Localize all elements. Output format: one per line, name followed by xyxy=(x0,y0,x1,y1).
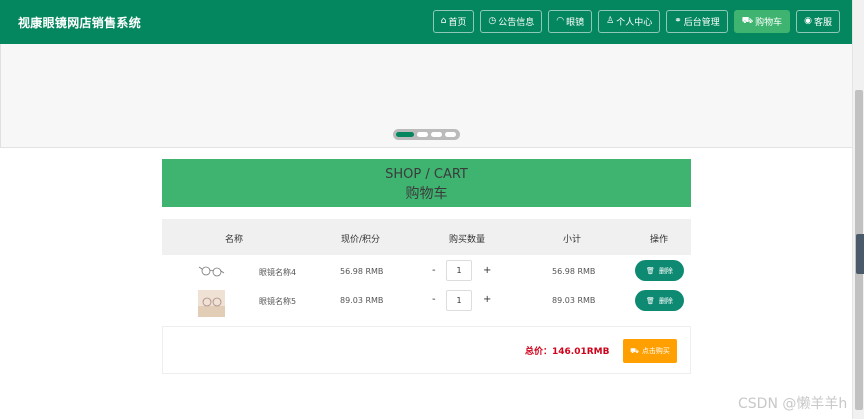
total-price: 总价：146.01RMB xyxy=(525,347,610,357)
cart-total-panel: 总价：146.01RMB ⛟ 点击购买 xyxy=(162,326,691,374)
product-name[interactable]: 眼镜名称4 xyxy=(259,267,296,278)
carousel-indicators xyxy=(393,129,460,140)
trash-icon: 🗑 xyxy=(646,296,655,305)
shop-header-en: SHOP / CART xyxy=(385,167,468,182)
column-name: 名称 xyxy=(225,235,244,245)
buy-label: 点击购买 xyxy=(641,347,670,355)
buy-button[interactable]: ⛟ 点击购买 xyxy=(623,339,677,363)
page-scrollbar[interactable] xyxy=(852,0,864,419)
clock-icon: ◷ xyxy=(488,16,497,26)
nav-glasses-label: 眼镜 xyxy=(566,18,585,28)
nav-home-label: 首页 xyxy=(448,18,467,28)
watermark: CSDN @懒羊羊h xyxy=(738,396,848,412)
nav-profile-label: 个人中心 xyxy=(616,18,653,28)
column-price: 现价/积分 xyxy=(341,235,381,245)
quantity-increase-button[interactable]: + xyxy=(483,294,491,305)
delete-label: 删除 xyxy=(658,266,673,275)
cart-icon: ⛟ xyxy=(630,346,639,355)
nav-notice-label: 公告信息 xyxy=(498,18,535,28)
nav-cart-label: 购物车 xyxy=(755,18,783,28)
nav-home-button[interactable]: ⌂ 首页 xyxy=(432,10,475,33)
column-action: 操作 xyxy=(650,235,669,245)
top-navbar: 视康眼镜网店销售系统 ⌂ 首页 ◷ 公告信息 ◠ 眼镜 ♙ 个人中心 ⚭ 后台管… xyxy=(0,0,852,44)
headset-icon: ◉ xyxy=(804,16,812,26)
product-name[interactable]: 眼镜名称5 xyxy=(259,296,296,307)
nav-service-button[interactable]: ◉ 客服 xyxy=(796,10,840,33)
quantity-decrease-button[interactable]: - xyxy=(432,265,436,276)
nav-admin-button[interactable]: ⚭ 后台管理 xyxy=(666,10,728,33)
carousel-dot-1[interactable] xyxy=(396,132,414,137)
quantity-input[interactable]: 1 xyxy=(446,290,472,311)
delete-button[interactable]: 🗑 删除 xyxy=(635,260,684,281)
app-title: 视康眼镜网店销售系统 xyxy=(18,16,142,30)
cart-table-header: 名称 现价/积分 购买数量 小计 操作 xyxy=(162,219,691,255)
table-row: 眼镜名称5 89.03 RMB - 1 + 89.03 RMB 🗑 删除 xyxy=(162,290,691,318)
nav-admin-label: 后台管理 xyxy=(683,18,720,28)
side-float-widget[interactable] xyxy=(856,234,864,274)
cart-icon: ⛟ xyxy=(741,16,754,26)
link-icon: ⚭ xyxy=(674,16,682,26)
nav-profile-button[interactable]: ♙ 个人中心 xyxy=(598,10,661,33)
column-subtotal: 小计 xyxy=(563,235,582,245)
quantity-decrease-button[interactable]: - xyxy=(432,294,436,305)
carousel-dot-3[interactable] xyxy=(431,132,442,137)
table-row: 眼镜名称4 56.98 RMB - 1 + 56.98 RMB 🗑 删除 xyxy=(162,257,691,285)
product-thumbnail xyxy=(198,257,225,284)
product-subtotal: 89.03 RMB xyxy=(552,296,596,305)
shop-cart-header: SHOP / CART 购物车 xyxy=(162,159,691,207)
glasses-icon: ◠ xyxy=(556,16,565,26)
nav-glasses-button[interactable]: ◠ 眼镜 xyxy=(548,10,593,33)
product-thumbnail xyxy=(198,290,225,317)
product-subtotal: 56.98 RMB xyxy=(552,267,596,276)
delete-label: 删除 xyxy=(658,296,673,305)
product-price: 89.03 RMB xyxy=(340,296,384,305)
shop-header-cn: 购物车 xyxy=(405,186,448,202)
home-icon: ⌂ xyxy=(440,16,447,26)
quantity-input[interactable]: 1 xyxy=(446,260,472,281)
trash-icon: 🗑 xyxy=(646,266,655,275)
column-quantity: 购买数量 xyxy=(449,235,486,245)
quantity-increase-button[interactable]: + xyxy=(483,265,491,276)
user-icon: ♙ xyxy=(606,16,615,26)
nav-cart-button[interactable]: ⛟ 购物车 xyxy=(733,10,791,33)
carousel-dot-4[interactable] xyxy=(445,132,456,137)
nav-notice-button[interactable]: ◷ 公告信息 xyxy=(480,10,543,33)
nav-service-label: 客服 xyxy=(813,18,832,28)
delete-button[interactable]: 🗑 删除 xyxy=(635,290,684,311)
product-price: 56.98 RMB xyxy=(340,267,384,276)
carousel-dot-2[interactable] xyxy=(417,132,428,137)
main-nav: ⌂ 首页 ◷ 公告信息 ◠ 眼镜 ♙ 个人中心 ⚭ 后台管理 ⛟ 购物车 ◉ 客… xyxy=(432,10,840,33)
